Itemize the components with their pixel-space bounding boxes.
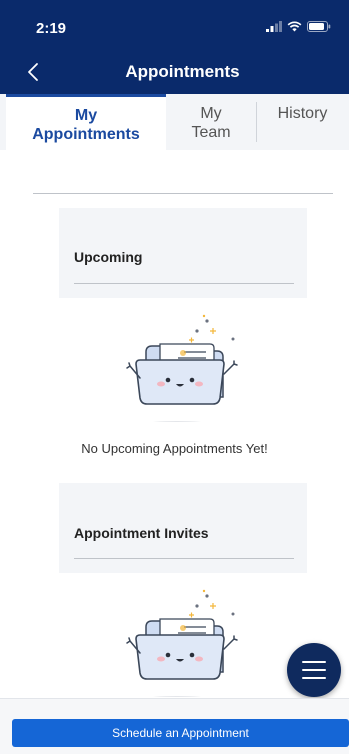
empty-state-text: No Upcoming Appointments Yet!: [81, 441, 268, 456]
schedule-appointment-button[interactable]: Schedule an Appointment: [12, 719, 349, 747]
tab-bar: My Appointments My Team History: [0, 94, 349, 150]
tab-divider: [256, 102, 257, 142]
menu-fab-button[interactable]: [287, 643, 341, 697]
empty-folder-illustration: [126, 314, 238, 422]
hamburger-menu-icon: [302, 669, 326, 671]
tab-label-line1: My: [200, 105, 222, 122]
status-icons: [266, 21, 331, 32]
section-divider: [74, 558, 294, 559]
hamburger-menu-icon: [302, 661, 326, 663]
battery-icon: [307, 21, 331, 32]
section-divider: [74, 283, 294, 284]
app-header: Appointments: [0, 50, 349, 94]
tab-my-team[interactable]: My Team: [166, 94, 256, 150]
tab-label-line2: Appointments: [32, 126, 140, 143]
status-bar: 2:19: [0, 0, 349, 50]
section-title-upcoming: Upcoming: [74, 249, 143, 265]
invites-section-header: Appointment Invites: [59, 483, 307, 573]
wifi-icon: [287, 21, 302, 32]
page-title: Appointments: [125, 62, 240, 81]
divider: [33, 193, 333, 194]
main-content[interactable]: Upcoming No Upcoming Appointments Yet! A…: [0, 150, 349, 698]
bottom-action-bar: Schedule an Appointment: [0, 698, 349, 754]
upcoming-section-header: Upcoming: [59, 208, 307, 298]
tab-label-line1: My: [74, 107, 98, 124]
tab-my-appointments[interactable]: My Appointments: [6, 94, 166, 150]
status-time: 2:19: [36, 20, 67, 37]
tab-history[interactable]: History: [256, 94, 349, 150]
tab-label-line1: History: [277, 105, 328, 122]
section-title-invites: Appointment Invites: [74, 525, 209, 541]
tab-label-line2: Team: [191, 124, 231, 141]
hamburger-menu-icon: [302, 677, 326, 679]
signal-icon: [266, 21, 282, 32]
empty-folder-illustration: [126, 589, 238, 697]
